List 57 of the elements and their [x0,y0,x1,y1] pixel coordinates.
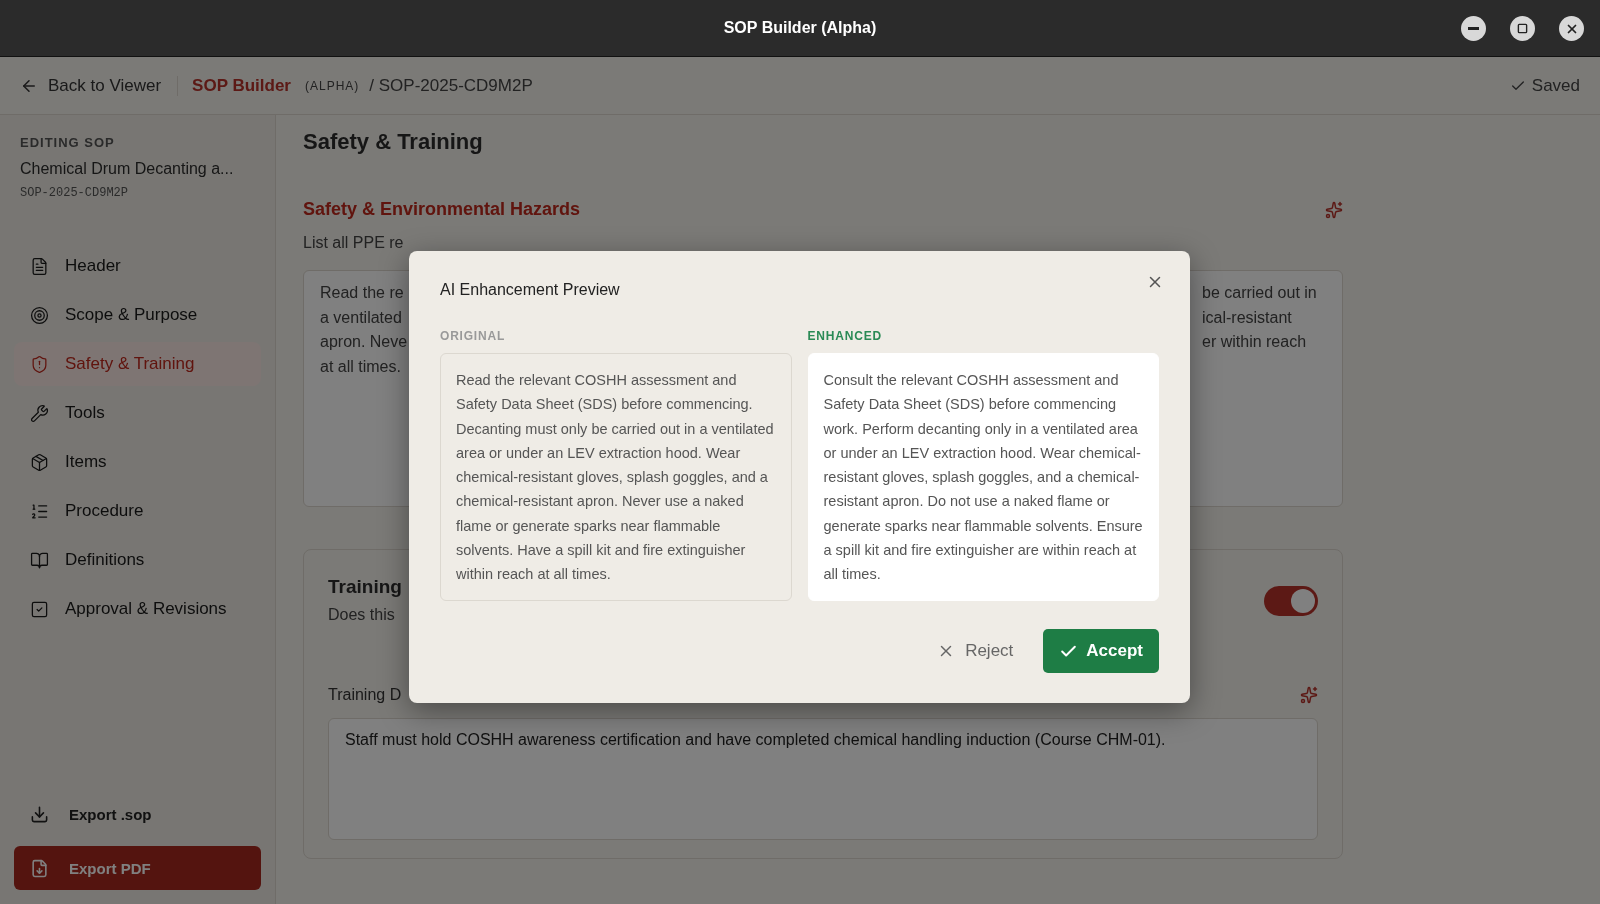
sidebar-item[interactable]: Header [14,244,261,288]
training-toggle[interactable] [1264,586,1318,616]
document-icon [30,256,49,276]
text-fragment: er within reach [1202,333,1307,350]
text-fragment: at all times. [320,356,401,377]
export-pdf-button[interactable]: Export PDF [14,846,261,890]
section-title: Safety & Environmental Hazards [303,199,581,220]
minimize-icon [1468,27,1479,30]
page-heading: Safety & Training [303,129,484,155]
checkbox-icon [30,599,49,619]
enhanced-text: Consult the relevant COSHH assessment and Safety Data Sheet (SDS) before commencing work. Perform decanting only in a ventilated area or under an LEV extraction hood. Wear chemical-resistant gloves, splash goggles, and a chemical-resistant apron. Do not use a naked flame or generate sparks near flammable solvents. Ensure a spill kit and fire extinguisher are within reach at all times. [807,353,1159,601]
download-icon [30,804,49,824]
back-link[interactable]: Back to Viewer [20,75,179,96]
field-hint: List all PPE re [303,234,405,252]
window-title: SOP Builder (Alpha) [723,19,877,37]
sparkle-icon[interactable] [1325,200,1343,219]
card-title: Training [328,576,402,598]
dialog-title: AI Enhancement Preview [440,281,621,299]
box-icon [30,452,49,472]
sop-title: Chemical Drum Decanting a... [19,160,235,178]
section-caption: EDITING SOP [19,135,116,150]
maximize-icon [1517,23,1528,34]
saved-status: Saved [1531,75,1580,96]
sparkle-icon[interactable] [1300,686,1318,704]
text-fragment: ical-resistant [1202,308,1292,326]
export-sop-button[interactable]: Export .sop [14,794,261,834]
maximize-button[interactable] [1510,16,1535,41]
target-icon [30,305,49,325]
sidebar-item[interactable]: Scope & Purpose [14,293,261,337]
text-fragment: be carried out in [1202,284,1317,301]
app-name: SOP Builder [192,75,291,96]
reject-button[interactable]: Reject [931,640,1020,662]
sidebar-item[interactable]: Tools [14,391,261,435]
sidebar-item[interactable]: Safety & Training [14,342,261,386]
text-fragment: a ventilated [320,307,402,328]
text-fragment: apron. Neve [320,332,408,352]
book-icon [30,550,49,570]
shield-icon [30,354,49,374]
column-label: ORIGINAL [440,329,507,343]
accept-button[interactable]: Accept [1043,629,1159,673]
wrench-icon [30,403,49,423]
sop-id: SOP-2025-CD9M2P [19,186,130,200]
close-button[interactable] [1559,16,1584,41]
sidebar-item[interactable]: Items [14,440,261,484]
sop-id-breadcrumb: / SOP-2025-CD9M2P [369,75,533,96]
training-details-field[interactable]: Staff must hold COSHH awareness certification and have completed chemical handling induction (Course CHM-01). [328,718,1318,840]
sidebar-item[interactable]: Definitions [14,538,261,582]
sidebar-item[interactable]: Approval & Revisions [14,587,261,631]
original-text: Read the relevant COSHH assessment and Safety Data Sheet (SDS) before commencing. Decanting must only be carried out in a ventilated area or under an LEV extraction hood. Wear chemical-resistant gloves, splash goggles, and a chemical-resistant apron. Never use a naked flame or generate sparks near flammable solvents. Have a spill kit and fire extinguisher within reach at all times. [440,353,792,601]
alpha-label: (ALPHA) [304,78,360,93]
column-label: ENHANCED [807,329,883,343]
field-label: Training D [328,686,402,704]
file-download-icon [30,858,49,878]
card-hint: Does this [328,606,396,624]
text-fragment: Read the re [320,283,404,303]
minimize-button[interactable] [1461,16,1486,41]
sidebar-item[interactable]: Procedure [14,489,261,533]
